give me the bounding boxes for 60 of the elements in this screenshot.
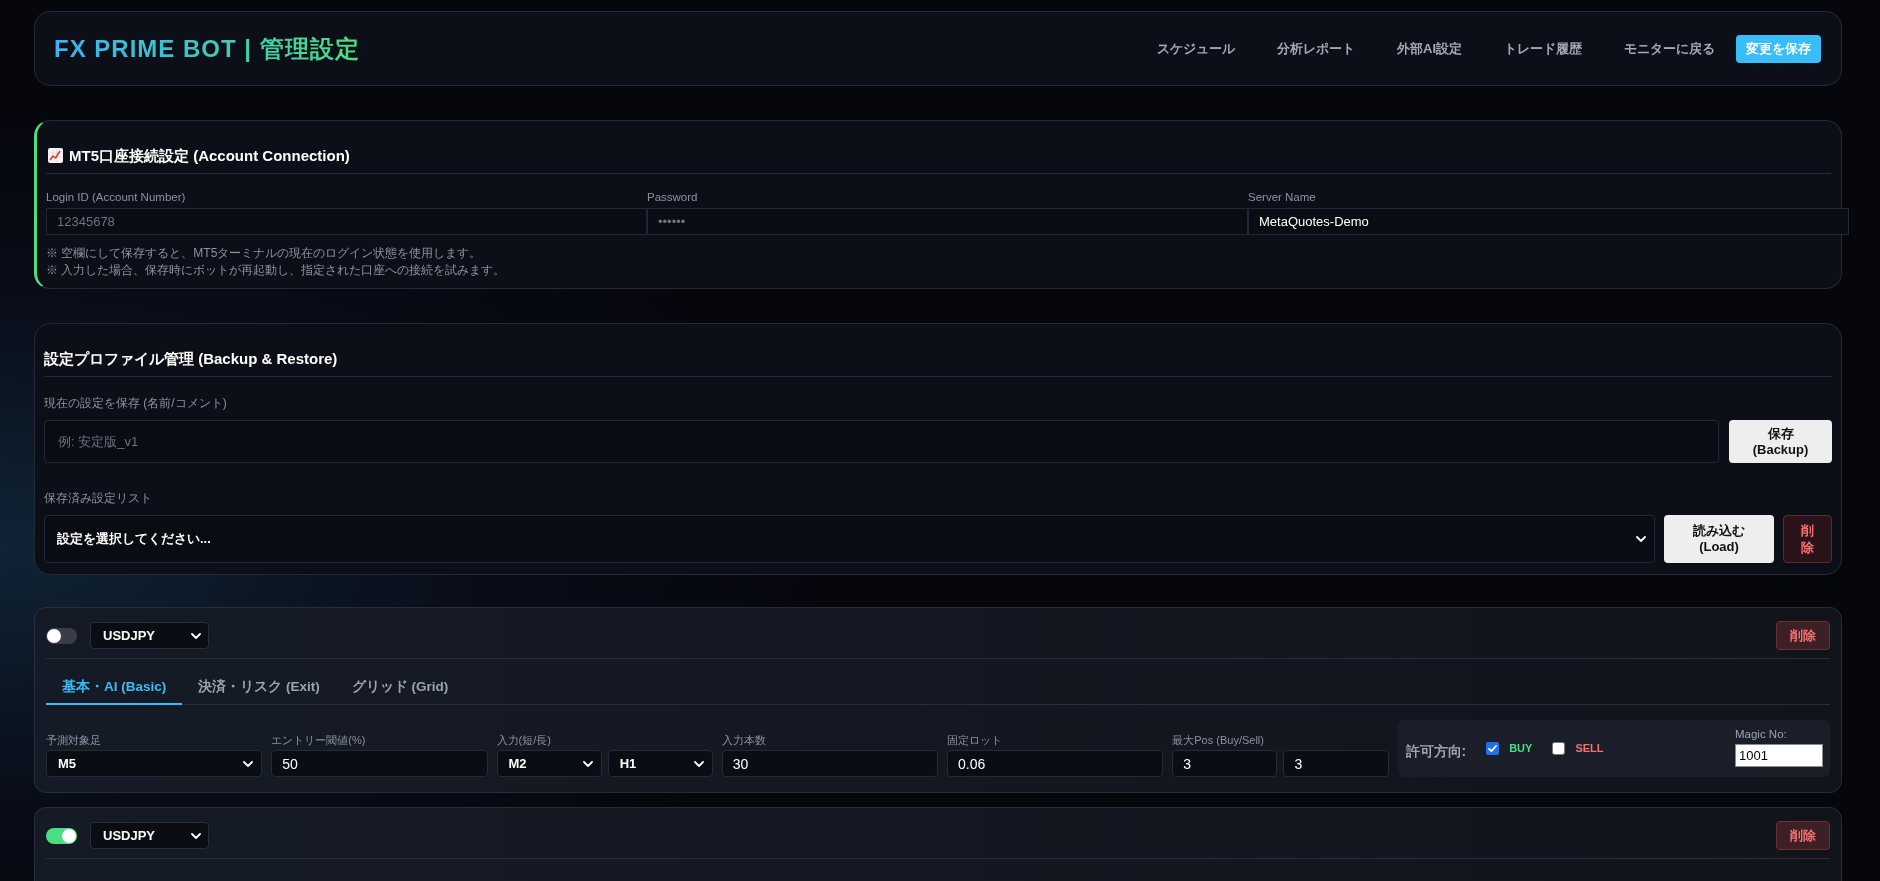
section-title: 設定プロファイル管理 (Backup & Restore) [44, 349, 338, 369]
tab[interactable]: 基本・AI (Basic) [46, 669, 183, 705]
field-label: エントリー閾値(%) [271, 733, 366, 747]
chevron-down-icon [191, 832, 201, 839]
field-label: Server Name [1248, 190, 1316, 204]
delete-button[interactable]: 削除 [1776, 821, 1830, 850]
chevron-down-icon [693, 760, 704, 767]
input-field[interactable]: 12345678 [46, 208, 647, 235]
toggle-switch[interactable] [46, 827, 77, 844]
option-label: SELL [1575, 741, 1604, 757]
symbol-select[interactable]: USDJPY [90, 822, 209, 849]
delete-button[interactable]: 削除 [1776, 621, 1830, 650]
chart-icon [48, 148, 63, 163]
nav-link[interactable]: 外部AI設定 [1376, 32, 1483, 65]
field-label: 入力本数 [721, 733, 766, 747]
tab[interactable]: 決済・リスク (Exit) [182, 669, 336, 705]
note-text: ※ 入力した場合、保存時にボットが再起動し、指定された口座への接続を試みます。 [46, 262, 506, 279]
option-label: BUY [1509, 741, 1533, 757]
tab[interactable]: グリッド (Grid) [335, 669, 465, 705]
dropdown-select[interactable]: H1 [607, 750, 713, 777]
direction-label: 許可方向: [1405, 742, 1467, 761]
toggle-switch[interactable] [46, 627, 77, 644]
input-field[interactable]: 例: 安定版_v1 [44, 420, 1719, 463]
input-field[interactable]: 1001 [1735, 743, 1823, 767]
chevron-down-icon [191, 632, 201, 639]
load-button[interactable]: 読み込む (Load) [1664, 515, 1774, 563]
checkbox[interactable] [1486, 742, 1500, 755]
app-title: FX PRIME BOT | 管理設定 [54, 33, 360, 64]
dropdown-select[interactable]: M2 [496, 750, 602, 777]
note-text: ※ 空欄にして保存すると、MT5ターミナルの現在のログイン状態を使用します。 [46, 245, 482, 262]
delete-button[interactable]: 削除 [1783, 515, 1832, 563]
dropdown-select[interactable]: M5 [46, 750, 263, 777]
field-label: Login ID (Account Number) [46, 190, 186, 204]
input-field[interactable]: •••••• [647, 208, 1248, 235]
nav-link[interactable]: スケジュール [1136, 32, 1256, 65]
field-label: Magic No: [1735, 726, 1787, 741]
nav-link[interactable]: 分析レポート [1256, 32, 1376, 65]
chevron-down-icon [582, 760, 593, 767]
field-label: 予測対象足 [46, 733, 101, 747]
chevron-down-icon [243, 760, 254, 767]
input-field[interactable]: MetaQuotes-Demo [1248, 208, 1849, 235]
field-label: Password [647, 190, 698, 204]
checkbox[interactable] [1552, 742, 1566, 755]
input-field[interactable]: 50 [271, 750, 488, 777]
profile-select[interactable]: 設定を選択してください... [44, 515, 1655, 563]
field-label: 現在の設定を保存 (名前/コメント) [44, 395, 227, 411]
save-backup-button[interactable]: 保存 (Backup) [1729, 420, 1832, 463]
symbol-select[interactable]: USDJPY [90, 622, 209, 649]
chevron-down-icon [1636, 536, 1646, 542]
input-field[interactable]: 0.06 [947, 750, 1164, 777]
input-field[interactable]: 3 [1283, 750, 1389, 777]
nav-link[interactable]: トレード履歴 [1483, 32, 1603, 65]
input-field[interactable]: 3 [1172, 750, 1278, 777]
field-label: 最大Pos (Buy/Sell) [1172, 733, 1264, 747]
section-title: MT5口座接続設定 (Account Connection) [69, 145, 350, 166]
field-label: 固定ロット [947, 733, 1002, 747]
input-field[interactable]: 30 [721, 750, 938, 777]
field-label: 入力(短/長) [496, 733, 551, 747]
field-label: 保存済み設定リスト [44, 490, 152, 506]
nav-link[interactable]: モニターに戻る [1603, 32, 1736, 65]
